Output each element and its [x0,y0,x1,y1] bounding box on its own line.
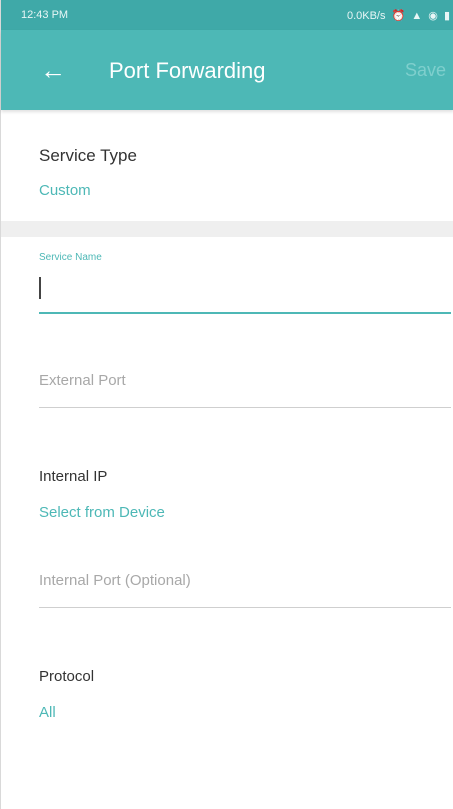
screen: 12:43 PM 0.0KB/s ⏰ ▲ ◉ ▮ ← Port Forwardi… [0,0,453,809]
wifi-icon: ◉ [428,10,438,22]
protocol-value[interactable]: All [39,704,56,721]
status-bar: 12:43 PM 0.0KB/s ⏰ ▲ ◉ ▮ [1,0,453,30]
internal-port-field[interactable]: Internal Port (Optional) [39,562,451,608]
app-bar: ← Port Forwarding Save [1,30,453,110]
service-type-row[interactable]: Service Type Custom [1,110,453,221]
battery-icon: ▮ [443,10,450,22]
status-indicators: 0.0KB/s ⏰ ▲ ◉ ▮ [347,9,450,22]
external-port-field[interactable]: External Port [39,362,451,408]
internal-ip-row[interactable]: Internal IP Select from Device [1,460,453,530]
internal-port-placeholder: Internal Port (Optional) [39,572,191,589]
external-port-underline [39,407,451,408]
signal-icon: ▲ [411,10,423,22]
status-time: 12:43 PM [21,9,69,21]
alarm-icon: ⏰ [391,10,406,22]
internal-ip-label: Internal IP [39,468,108,485]
service-name-field[interactable]: Service Name [39,252,451,314]
page-title: Port Forwarding [109,58,266,83]
service-name-label: Service Name [39,252,102,263]
protocol-label: Protocol [39,668,95,685]
service-type-label: Service Type [39,146,137,165]
service-name-underline [39,312,451,314]
back-arrow-icon[interactable]: ← [35,52,71,88]
save-button[interactable]: Save [405,60,453,81]
service-type-value[interactable]: Custom [39,182,91,199]
external-port-placeholder: External Port [39,372,126,389]
network-speed: 0.0KB/s [346,10,386,22]
protocol-row[interactable]: Protocol All [1,660,453,730]
section-divider [1,221,453,237]
text-cursor [39,277,41,299]
select-from-device-link[interactable]: Select from Device [39,504,165,521]
internal-port-underline [39,607,451,608]
